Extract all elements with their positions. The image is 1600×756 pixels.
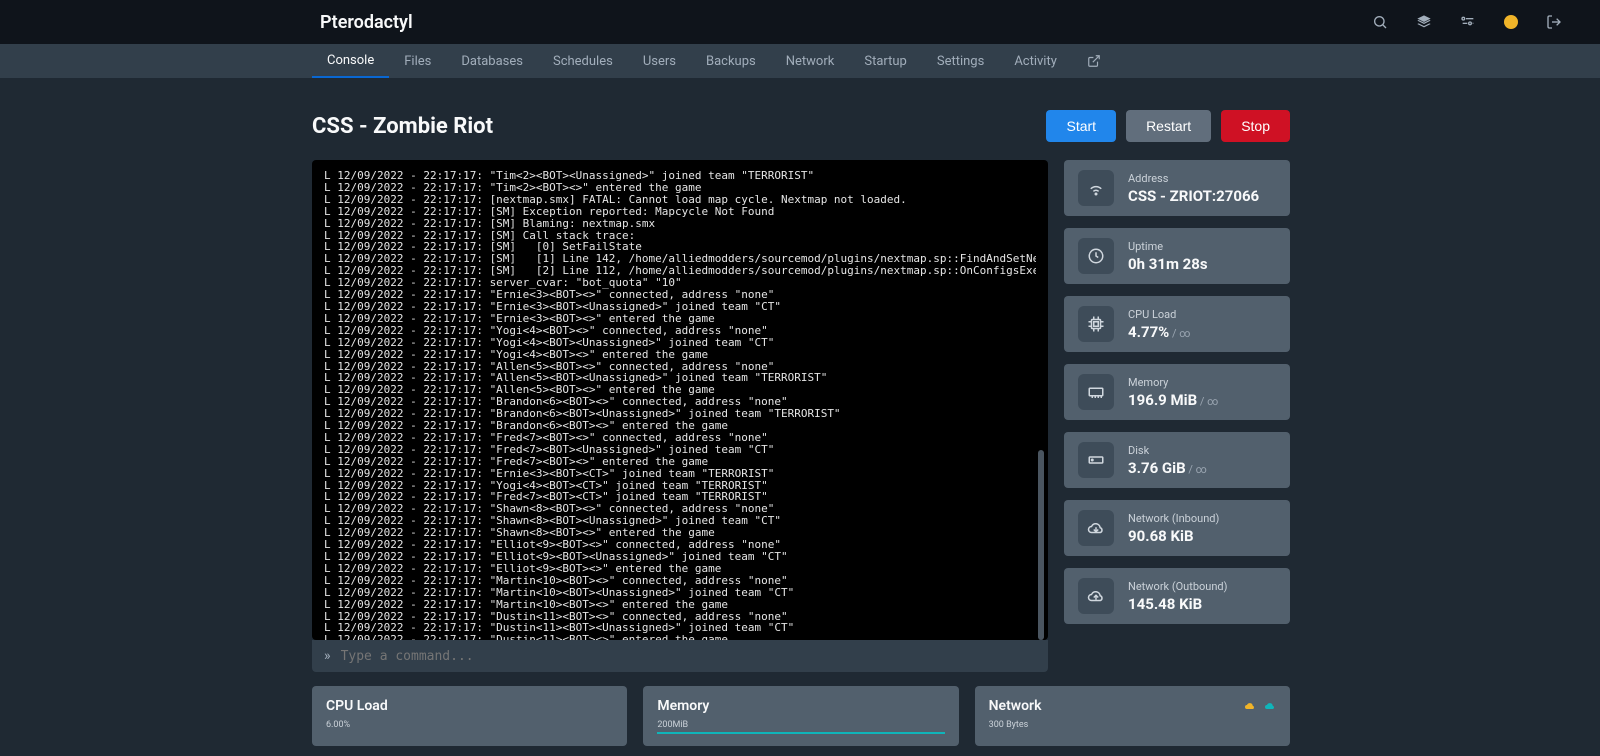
stat-network-inbound: Network (Inbound) 90.68 KiB: [1064, 500, 1290, 556]
stat-label: Disk: [1128, 444, 1207, 457]
tab-backups[interactable]: Backups: [691, 44, 771, 78]
stat-label: CPU Load: [1128, 308, 1191, 321]
tab-settings[interactable]: Settings: [922, 44, 999, 78]
cloud-up-icon: [1264, 700, 1276, 712]
stat-network-outbound: Network (Outbound) 145.48 KiB: [1064, 568, 1290, 624]
tab-users[interactable]: Users: [628, 44, 691, 78]
stat-value: 4.77% / ∞: [1128, 323, 1191, 341]
tabbar: Console Files Databases Schedules Users …: [0, 44, 1600, 78]
stat-value: 90.68 KiB: [1128, 527, 1219, 545]
cloud-download-icon: [1078, 510, 1114, 546]
cloud-down-icon: [1244, 700, 1256, 712]
chart-title: Memory: [657, 698, 709, 714]
disk-icon: [1078, 442, 1114, 478]
tab-startup[interactable]: Startup: [849, 44, 922, 78]
console-output[interactable]: L 12/09/2022 - 22:17:17: "Tim<2><BOT><Un…: [312, 160, 1048, 640]
logout-icon[interactable]: [1546, 14, 1562, 30]
stat-value: CSS - ZRIOT:27066: [1128, 187, 1259, 205]
stat-label: Address: [1128, 172, 1259, 185]
topbar: Pterodactyl: [0, 0, 1600, 44]
tab-network[interactable]: Network: [771, 44, 850, 78]
topbar-actions: [1372, 14, 1562, 30]
chart-title: Network: [989, 698, 1042, 714]
brand[interactable]: Pterodactyl: [320, 12, 413, 33]
status-indicator[interactable]: [1504, 15, 1518, 29]
stat-memory: Memory 196.9 MiB / ∞: [1064, 364, 1290, 420]
chart-memory: Memory 200MiB: [643, 686, 958, 746]
restart-button[interactable]: Restart: [1126, 110, 1211, 142]
stat-label: Network (Inbound): [1128, 512, 1219, 525]
command-input[interactable]: [341, 649, 1036, 664]
tab-schedules[interactable]: Schedules: [538, 44, 628, 78]
command-input-row: »: [312, 640, 1048, 672]
chart-cpu: CPU Load 6.00%: [312, 686, 627, 746]
start-button[interactable]: Start: [1046, 110, 1116, 142]
chart-axis-label: 300 Bytes: [989, 720, 1276, 730]
chart-title: CPU Load: [326, 698, 388, 714]
stat-value: 196.9 MiB / ∞: [1128, 391, 1219, 409]
chart-axis-label: 6.00%: [326, 720, 613, 730]
stat-disk: Disk 3.76 GiB / ∞: [1064, 432, 1290, 488]
tab-activity[interactable]: Activity: [999, 44, 1072, 78]
header-row: CSS - Zombie Riot Start Restart Stop: [312, 110, 1290, 142]
stat-address: Address CSS - ZRIOT:27066: [1064, 160, 1290, 216]
stat-value: 0h 31m 28s: [1128, 255, 1208, 273]
cloud-upload-icon: [1078, 578, 1114, 614]
chart-network: Network 300 Bytes: [975, 686, 1290, 746]
layers-icon[interactable]: [1416, 14, 1432, 30]
tab-databases[interactable]: Databases: [446, 44, 538, 78]
clock-icon: [1078, 238, 1114, 274]
stat-uptime: Uptime 0h 31m 28s: [1064, 228, 1290, 284]
chart-axis-label: 200MiB: [657, 720, 944, 730]
memory-icon: [1078, 374, 1114, 410]
stat-cpu: CPU Load 4.77% / ∞: [1064, 296, 1290, 352]
wifi-icon: [1078, 170, 1114, 206]
tab-console[interactable]: Console: [312, 44, 389, 78]
chart-line: [657, 732, 944, 734]
stat-value: 3.76 GiB / ∞: [1128, 459, 1207, 477]
settings-icon[interactable]: [1460, 14, 1476, 30]
command-prompt-icon: »: [324, 648, 331, 664]
page-title: CSS - Zombie Riot: [312, 114, 493, 139]
cpu-icon: [1078, 306, 1114, 342]
stop-button[interactable]: Stop: [1221, 110, 1290, 142]
stat-label: Memory: [1128, 376, 1219, 389]
external-link-icon[interactable]: [1072, 44, 1116, 78]
search-icon[interactable]: [1372, 14, 1388, 30]
tab-files[interactable]: Files: [389, 44, 446, 78]
stat-label: Uptime: [1128, 240, 1208, 253]
stat-value: 145.48 KiB: [1128, 595, 1227, 613]
console-scrollbar[interactable]: [1038, 450, 1044, 640]
stat-label: Network (Outbound): [1128, 580, 1227, 593]
